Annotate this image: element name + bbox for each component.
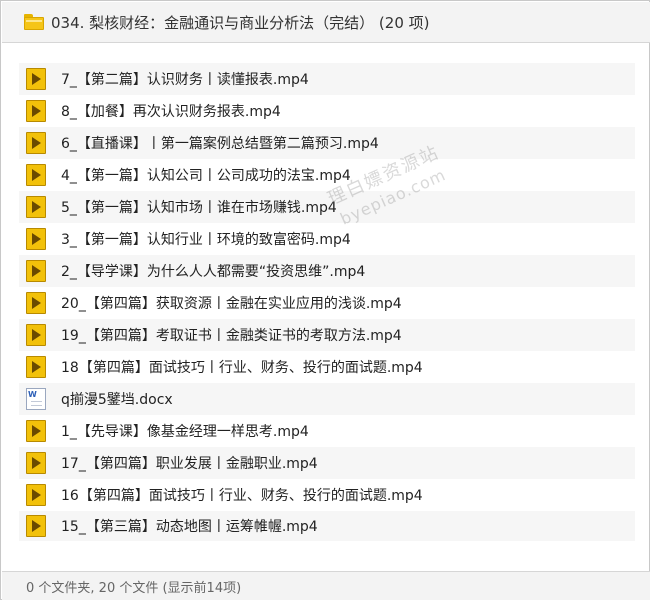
file-row[interactable]: Wq揃漫5鐾垱.docx bbox=[19, 383, 635, 415]
video-file-icon bbox=[26, 452, 46, 474]
video-file-icon bbox=[26, 260, 46, 282]
file-name[interactable]: 18【第四篇】面试技巧丨行业、财务、投行的面试题.mp4 bbox=[61, 357, 423, 377]
file-name[interactable]: 8_【加餐】再次认识财务报表.mp4 bbox=[61, 101, 281, 121]
video-file-icon bbox=[26, 164, 46, 186]
file-row[interactable]: 17_【第四篇】职业发展丨金融职业.mp4 bbox=[19, 447, 635, 479]
file-name[interactable]: 3_【第一篇】认知行业丨环境的致富密码.mp4 bbox=[61, 229, 351, 249]
file-name[interactable]: 17_【第四篇】职业发展丨金融职业.mp4 bbox=[61, 453, 318, 473]
video-file-icon bbox=[26, 68, 46, 90]
file-name[interactable]: 1_【先导课】像基金经理一样思考.mp4 bbox=[61, 421, 309, 441]
file-name[interactable]: 16【第四篇】面试技巧丨行业、财务、投行的面试题.mp4 bbox=[61, 485, 423, 505]
video-file-icon bbox=[26, 132, 46, 154]
file-row[interactable]: 15_【第三篇】动态地图丨运筹帷幄.mp4 bbox=[19, 511, 635, 541]
file-row[interactable]: 3_【第一篇】认知行业丨环境的致富密码.mp4 bbox=[19, 223, 635, 255]
file-name[interactable]: 7_【第二篇】认识财务丨读懂报表.mp4 bbox=[61, 69, 309, 89]
video-file-icon bbox=[26, 515, 46, 537]
file-name[interactable]: 4_【第一篇】认知公司丨公司成功的法宝.mp4 bbox=[61, 165, 351, 185]
video-file-icon bbox=[26, 228, 46, 250]
file-name[interactable]: q揃漫5鐾垱.docx bbox=[61, 389, 173, 409]
file-row[interactable]: 6_【直播课】丨第一篇案例总结暨第二篇预习.mp4 bbox=[19, 127, 635, 159]
video-file-icon bbox=[26, 324, 46, 346]
file-name[interactable]: 2_【导学课】为什么人人都需要“投资思维”.mp4 bbox=[61, 261, 365, 281]
file-row[interactable]: 19_【第四篇】考取证书丨金融类证书的考取方法.mp4 bbox=[19, 319, 635, 351]
video-file-icon bbox=[26, 356, 46, 378]
file-name[interactable]: 20_【第四篇】获取资源丨金融在实业应用的浅谈.mp4 bbox=[61, 293, 402, 313]
video-file-icon bbox=[26, 484, 46, 506]
video-file-icon bbox=[26, 100, 46, 122]
file-count-summary: 0 个文件夹, 20 个文件 (显示前14项) bbox=[26, 580, 242, 596]
video-file-icon bbox=[26, 292, 46, 314]
folder-title: 034. 梨核财经：金融通识与商业分析法（完结） (20 项) bbox=[51, 13, 430, 32]
video-file-icon bbox=[26, 196, 46, 218]
video-file-icon bbox=[26, 420, 46, 442]
file-row[interactable]: 20_【第四篇】获取资源丨金融在实业应用的浅谈.mp4 bbox=[19, 287, 635, 319]
folder-icon bbox=[24, 14, 44, 30]
file-listing-window: 034. 梨核财经：金融通识与商业分析法（完结） (20 项) 7_【第二篇】认… bbox=[0, 0, 650, 600]
file-list: 7_【第二篇】认识财务丨读懂报表.mp4 8_【加餐】再次认识财务报表.mp4 6_… bbox=[19, 63, 635, 541]
file-row[interactable]: 16【第四篇】面试技巧丨行业、财务、投行的面试题.mp4 bbox=[19, 479, 635, 511]
file-name[interactable]: 15_【第三篇】动态地图丨运筹帷幄.mp4 bbox=[61, 516, 318, 536]
file-name[interactable]: 5_【第一篇】认知市场丨谁在市场赚钱.mp4 bbox=[61, 197, 337, 217]
status-bar: 0 个文件夹, 20 个文件 (显示前14项) bbox=[2, 571, 650, 600]
file-row[interactable]: 2_【导学课】为什么人人都需要“投资思维”.mp4 bbox=[19, 255, 635, 287]
file-name[interactable]: 6_【直播课】丨第一篇案例总结暨第二篇预习.mp4 bbox=[61, 133, 379, 153]
file-row[interactable]: 18【第四篇】面试技巧丨行业、财务、投行的面试题.mp4 bbox=[19, 351, 635, 383]
word-doc-icon: W bbox=[26, 388, 46, 410]
folder-header: 034. 梨核财经：金融通识与商业分析法（完结） (20 项) bbox=[2, 2, 650, 43]
file-row[interactable]: 4_【第一篇】认知公司丨公司成功的法宝.mp4 bbox=[19, 159, 635, 191]
file-row[interactable]: 5_【第一篇】认知市场丨谁在市场赚钱.mp4 bbox=[19, 191, 635, 223]
file-row[interactable]: 1_【先导课】像基金经理一样思考.mp4 bbox=[19, 415, 635, 447]
file-name[interactable]: 19_【第四篇】考取证书丨金融类证书的考取方法.mp4 bbox=[61, 325, 402, 345]
file-row[interactable]: 8_【加餐】再次认识财务报表.mp4 bbox=[19, 95, 635, 127]
file-row[interactable]: 7_【第二篇】认识财务丨读懂报表.mp4 bbox=[19, 63, 635, 95]
